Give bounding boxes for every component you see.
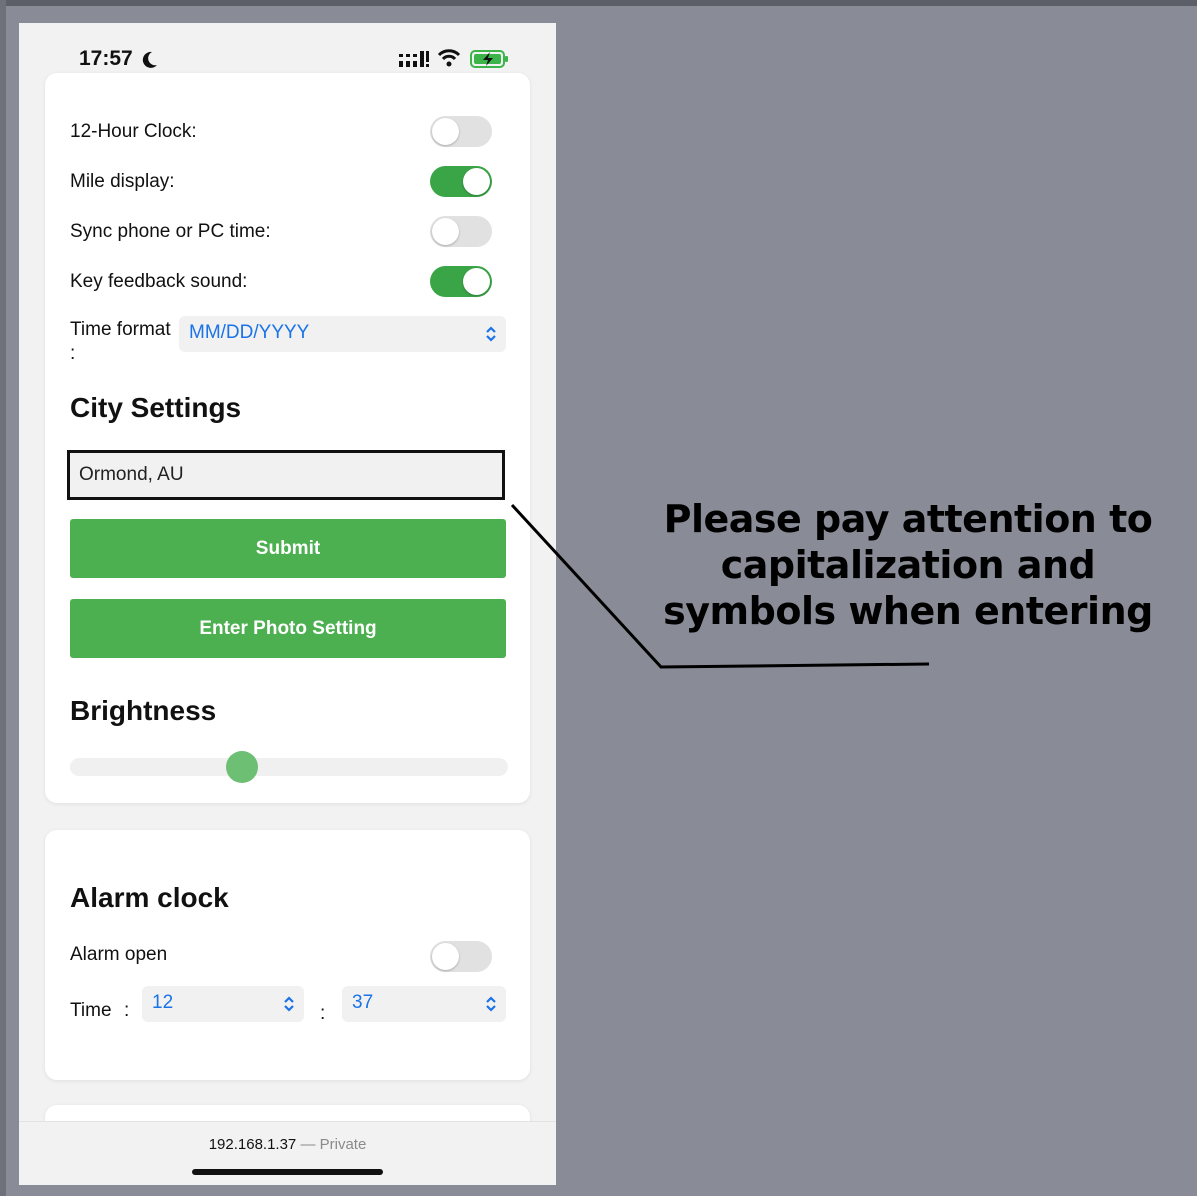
annotation-line-2: capitalization and bbox=[720, 543, 1096, 587]
annotation-text: Please pay attention to capitalization a… bbox=[618, 496, 1197, 634]
annotation-line-1: Please pay attention to bbox=[663, 497, 1153, 541]
annotation-line-3: symbols when entering bbox=[663, 589, 1153, 633]
